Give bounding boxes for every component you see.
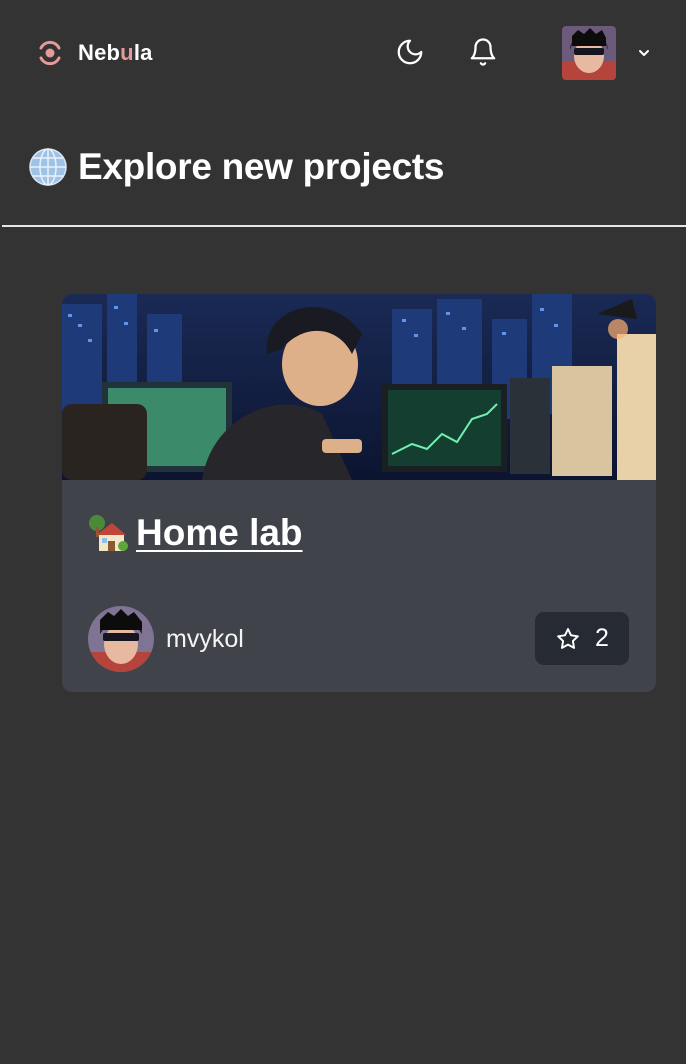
star-count: 2: [595, 624, 609, 652]
project-card[interactable]: Home lab mvykol 2: [62, 294, 656, 692]
project-title: Home lab: [136, 512, 303, 553]
user-avatar: [562, 26, 616, 80]
author-name: mvykol: [166, 624, 244, 653]
page-title: Explore new projects: [28, 140, 444, 194]
star-button[interactable]: 2: [535, 612, 629, 665]
project-cover-image: [62, 294, 656, 480]
author-avatar: [88, 606, 154, 672]
brand-home-link[interactable]: Nebula: [36, 38, 153, 68]
theme-toggle-button[interactable]: [390, 32, 430, 72]
notifications-button[interactable]: [463, 32, 503, 72]
page: Nebula Explore new projects Home lab mvy…: [0, 0, 686, 1064]
brand-name: Nebula: [78, 40, 153, 65]
chevron-down-icon: [639, 50, 649, 56]
nebula-logo-icon: [39, 40, 61, 66]
user-menu-button[interactable]: [562, 26, 662, 80]
divider: [2, 225, 686, 227]
project-title-link[interactable]: Home lab: [88, 512, 303, 554]
bell-icon: [470, 38, 496, 66]
project-author[interactable]: mvykol: [88, 606, 244, 672]
top-nav: Nebula: [0, 0, 686, 106]
globe-icon: [29, 148, 67, 186]
page-heading: Explore new projects: [78, 146, 445, 187]
house-icon: [89, 515, 128, 551]
moon-icon: [397, 39, 423, 65]
star-icon: [557, 627, 579, 649]
